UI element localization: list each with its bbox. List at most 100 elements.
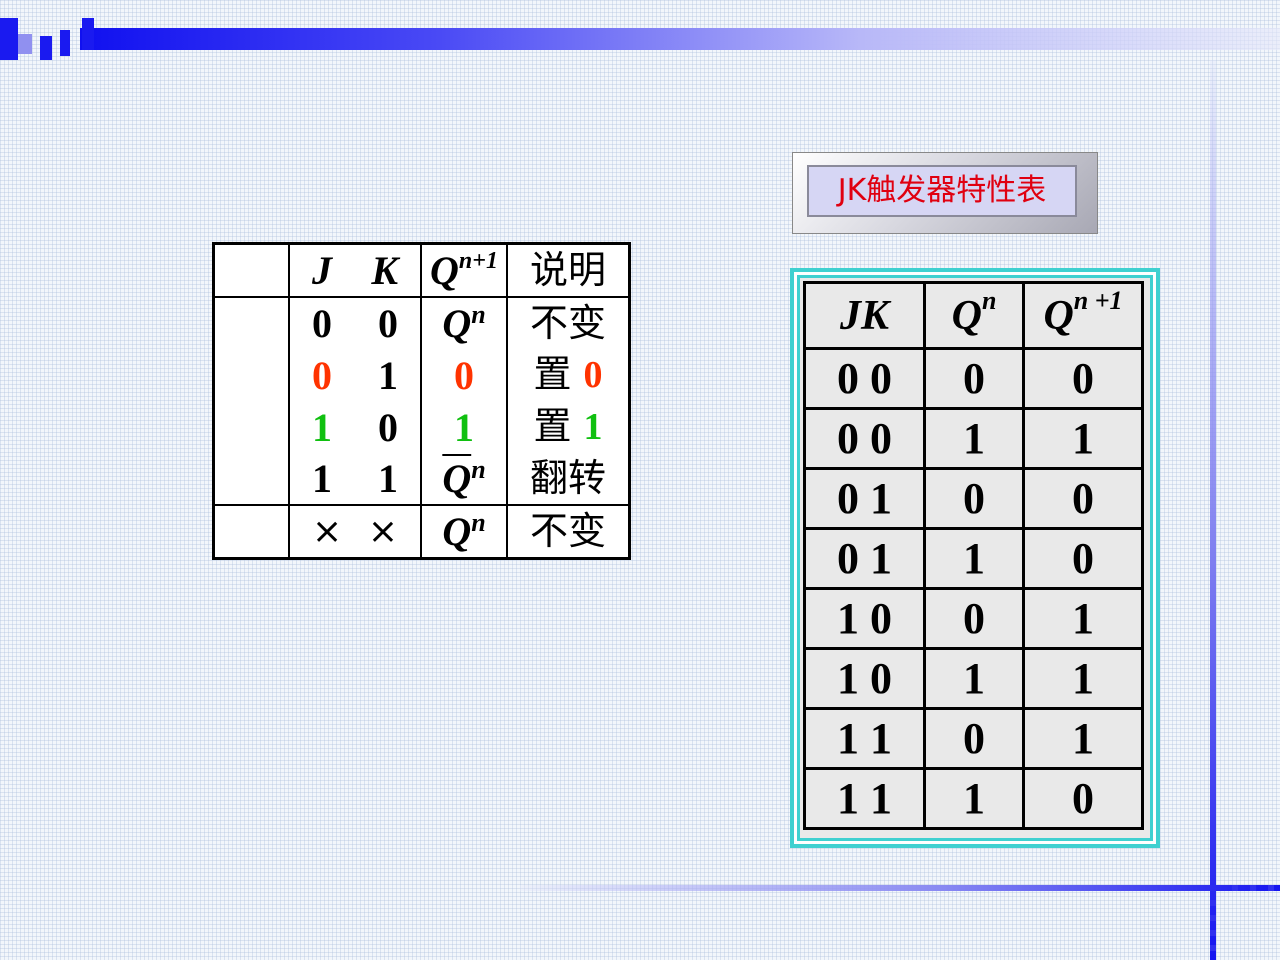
qn1-cell: Qn [420, 505, 508, 559]
table-row: 1 1 0 1 [803, 707, 1144, 770]
bottom-decorative-bar [520, 885, 1280, 891]
qn1-cell: 1 [1022, 707, 1144, 770]
q-superscript: n [471, 508, 486, 537]
q-superscript: n+1 [458, 248, 498, 274]
qn1-cell: Qn [420, 297, 508, 349]
jk-cell: 0 0 [803, 347, 926, 410]
j-value: 1 [312, 456, 332, 501]
desc-cell: 置 1 [506, 401, 631, 453]
empty-cell [212, 505, 290, 559]
qn1-cell: 1 [1022, 587, 1144, 650]
corner-dot [1232, 885, 1238, 891]
q-superscript: n +1 [1073, 285, 1123, 315]
table-row: 0 0 1 1 [803, 407, 1144, 470]
j-header: J [312, 248, 332, 293]
corner-square-2 [18, 34, 32, 54]
q-superscript: n [471, 455, 486, 484]
empty-cell [212, 297, 290, 349]
jk-function-table: J K Qn+1 说明 0 0 Qn 不变 0 1 0 置 0 1 0 1 置 … [212, 242, 631, 560]
jk-cell: 1 1 [803, 707, 926, 770]
qn-cell: 0 [923, 467, 1025, 530]
empty-cell [212, 349, 290, 401]
empty-cell [212, 453, 290, 506]
q-symbol: Q [951, 292, 982, 339]
qn1-cell: 0 [1022, 347, 1144, 410]
qn-cell: 0 [923, 707, 1025, 770]
corner-dot [1268, 885, 1274, 891]
empty-cell [212, 401, 290, 453]
k-value: 0 [378, 404, 398, 450]
qn1-header-cell: Qn+1 [420, 243, 508, 298]
corner-dot [1210, 945, 1216, 951]
jk-cell: × × [288, 505, 422, 559]
table-row: 1 0 0 1 [803, 587, 1144, 650]
jk-cell: 1 0 [803, 647, 926, 710]
k-value: 1 [378, 456, 398, 501]
empty-cell [212, 243, 290, 298]
table-row: 0 1 1 0 [803, 527, 1144, 590]
qn1-cell: 1 [1022, 407, 1144, 470]
jk-header: JK [803, 281, 926, 350]
jk-cell: 0 0 [803, 407, 926, 470]
qn1-cell: 0 [1022, 467, 1144, 530]
table-row: 0 0 Qn 不变 [212, 297, 631, 349]
corner-dot [1210, 915, 1216, 921]
corner-square-1 [0, 18, 18, 60]
jk-cell: 1 1 [803, 767, 926, 830]
top-decorative-bar [80, 28, 1280, 50]
jk-cell: 0 1 [803, 467, 926, 530]
qn-header: Qn [923, 281, 1025, 350]
desc-text: 置 [533, 404, 572, 448]
k-header: K [371, 248, 398, 293]
j-value: 0 [312, 352, 332, 398]
table-row: 0 1 0 0 [803, 467, 1144, 530]
table-row: 0 1 0 置 0 [212, 349, 631, 401]
q-bar-symbol: Q [442, 456, 472, 501]
table-row: 1 1 Qn 翻转 [212, 453, 631, 506]
table-header-row: JK Qn Qn +1 [803, 281, 1144, 350]
title-button-label: JK触发器特性表 [807, 165, 1077, 217]
qn1-cell: Qn [420, 453, 508, 506]
q-symbol: Q [430, 248, 459, 293]
q-symbol: Q [442, 301, 472, 346]
qn-cell: 1 [923, 527, 1025, 590]
jk-truth-table: JK Qn Qn +1 0 0 0 0 0 0 1 1 0 1 0 0 0 1 … [803, 281, 1144, 830]
qn1-cell: 1 [420, 401, 508, 453]
table-row: 1 0 1 1 [803, 647, 1144, 710]
jk-cell: 1 0 [803, 587, 926, 650]
table-row: 1 1 1 0 [803, 767, 1144, 830]
j-value: × [312, 511, 343, 552]
q-superscript: n [981, 285, 997, 315]
j-value: 1 [312, 404, 332, 450]
corner-square-5 [82, 18, 94, 50]
title-button[interactable]: JK触发器特性表 [792, 152, 1098, 234]
k-value: 1 [378, 352, 398, 398]
desc-cell: 不变 [506, 505, 631, 559]
k-value: 0 [378, 301, 398, 346]
desc-number: 0 [583, 354, 603, 396]
qn-cell: 1 [923, 767, 1025, 830]
jk-cell: 1 1 [288, 453, 422, 506]
corner-dot [1210, 930, 1216, 936]
jk-cell: 0 0 [288, 297, 422, 349]
qn1-cell: 0 [1022, 527, 1144, 590]
corner-square-3 [40, 36, 52, 60]
table-row: 1 0 1 置 1 [212, 401, 631, 453]
right-decorative-bar [1210, 60, 1216, 960]
qn-cell: 1 [923, 407, 1025, 470]
jk-header-cell: J K [288, 243, 422, 298]
desc-cell: 翻转 [506, 453, 631, 506]
k-value: × [367, 511, 398, 552]
corner-dot [1210, 900, 1216, 906]
qn-cell: 0 [923, 587, 1025, 650]
q-superscript: n [471, 300, 486, 329]
qn1-cell: 0 [420, 349, 508, 401]
corner-square-4 [60, 30, 70, 56]
qn1-cell: 0 [1022, 767, 1144, 830]
desc-cell: 不变 [506, 297, 631, 349]
desc-header: 说明 [506, 243, 631, 298]
table-header-row: J K Qn+1 说明 [212, 243, 631, 298]
jk-cell: 0 1 [288, 349, 422, 401]
qn-cell: 1 [923, 647, 1025, 710]
qn1-header: Qn +1 [1022, 281, 1144, 350]
